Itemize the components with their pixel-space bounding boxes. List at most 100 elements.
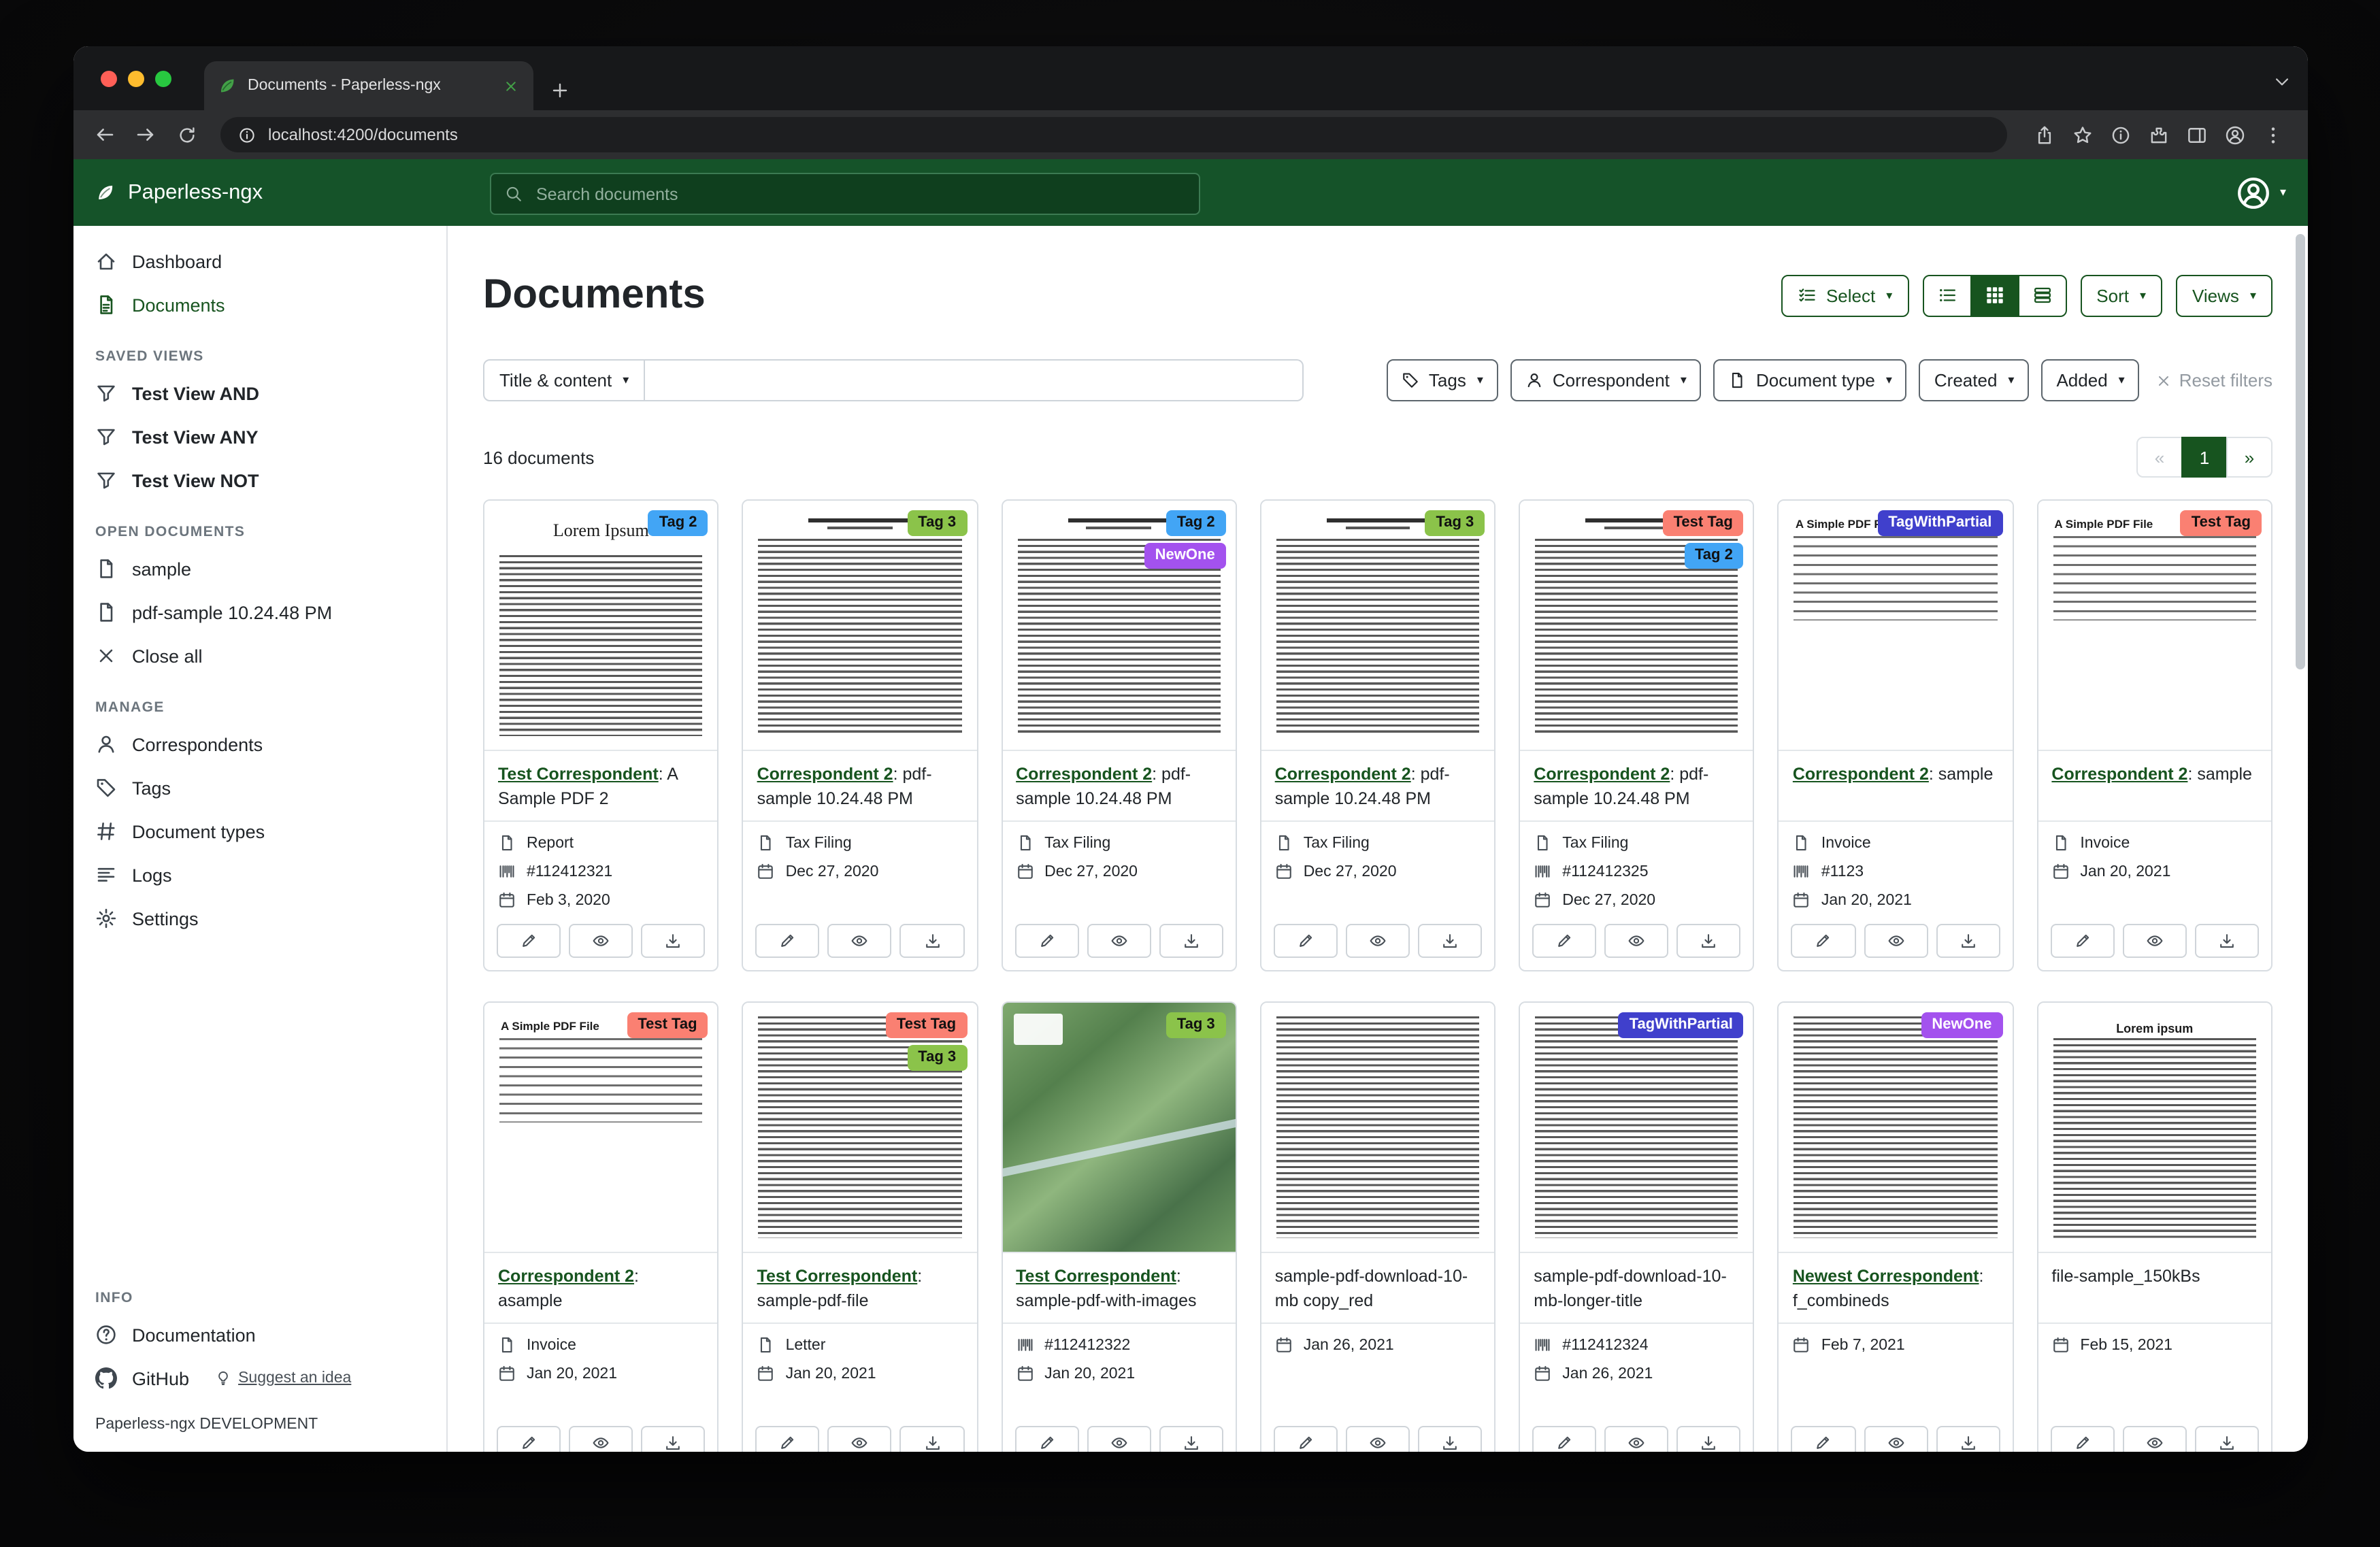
download-document-button[interactable] [2195, 1426, 2259, 1452]
view-document-button[interactable] [2123, 1426, 2187, 1452]
edit-document-button[interactable] [2050, 1426, 2114, 1452]
views-button[interactable]: Views▾ [2176, 274, 2272, 316]
download-document-button[interactable] [641, 1426, 705, 1452]
document-thumbnail[interactable] [1520, 1003, 1753, 1253]
address-bar[interactable]: localhost:4200/documents [220, 117, 2007, 152]
view-document-button[interactable] [1087, 924, 1151, 958]
view-document-button[interactable] [1346, 924, 1410, 958]
sidebar-item-tags[interactable]: Tags [73, 766, 446, 810]
document-thumbnail[interactable] [1261, 501, 1495, 751]
tag-badge[interactable]: Tag 2 [1684, 543, 1744, 569]
suggest-idea-link[interactable]: Suggest an idea [215, 1370, 351, 1386]
filter-text-input[interactable] [645, 359, 1304, 401]
view-document-button[interactable] [2123, 924, 2187, 958]
sidebar-item-sample[interactable]: sample [73, 547, 446, 590]
edit-document-button[interactable] [1532, 924, 1596, 958]
download-document-button[interactable] [641, 924, 705, 958]
tag-badge[interactable]: NewOne [1921, 1012, 2002, 1038]
document-thumbnail[interactable]: A Simple PDF File [2038, 501, 2271, 751]
download-document-button[interactable] [900, 1426, 964, 1452]
share-icon[interactable] [2034, 124, 2055, 145]
edit-document-button[interactable] [497, 924, 561, 958]
document-thumbnail[interactable]: A Simple PDF File [484, 1003, 718, 1253]
menu-kebab-icon[interactable] [2263, 124, 2283, 145]
view-document-button[interactable] [828, 924, 892, 958]
document-thumbnail[interactable]: Lorem ipsum [2038, 1003, 2271, 1253]
view-document-button[interactable] [1864, 1426, 1928, 1452]
correspondent-link[interactable]: Correspondent 2 [1793, 765, 1929, 784]
tag-badge[interactable]: Tag 2 [648, 510, 708, 536]
document-thumbnail[interactable] [1261, 1003, 1495, 1253]
pagination-page-button[interactable]: 1 [2181, 437, 2228, 478]
edit-document-button[interactable] [1274, 924, 1338, 958]
tag-badge[interactable]: Test Tag [627, 1012, 708, 1038]
edit-document-button[interactable] [1791, 1426, 1855, 1452]
download-document-button[interactable] [1159, 924, 1223, 958]
filter-tags-button[interactable]: Tags▾ [1387, 359, 1498, 401]
back-icon[interactable] [94, 124, 116, 146]
correspondent-link[interactable]: Test Correspondent [1016, 1267, 1176, 1286]
document-thumbnail[interactable] [1779, 1003, 2013, 1253]
sidebar-item-documentation[interactable]: Documentation [73, 1313, 446, 1357]
sidebar-item-documents[interactable]: Documents [73, 283, 446, 327]
sidebar-item-github[interactable]: GitHub Suggest an idea [73, 1357, 446, 1400]
download-document-button[interactable] [1677, 924, 1741, 958]
filter-created-button[interactable]: Created▾ [1919, 359, 2030, 401]
bookmark-star-icon[interactable] [2072, 124, 2093, 145]
sidebar-item-correspondents[interactable]: Correspondents [73, 722, 446, 766]
edit-document-button[interactable] [1791, 924, 1855, 958]
sidebar-item-test-view-and[interactable]: Test View AND [73, 371, 446, 415]
sidebar-item-test-view-any[interactable]: Test View ANY [73, 415, 446, 459]
filter-document-type-button[interactable]: Document type▾ [1714, 359, 1907, 401]
filter-field-dropdown[interactable]: Title & content▾ [483, 359, 645, 401]
edit-document-button[interactable] [2050, 924, 2114, 958]
correspondent-link[interactable]: Test Correspondent [498, 765, 659, 784]
edit-document-button[interactable] [1014, 1426, 1078, 1452]
view-grid-button[interactable] [1970, 274, 2019, 316]
tag-badge[interactable]: Test Tag [886, 1012, 967, 1038]
tag-badge[interactable]: TagWithPartial [1619, 1012, 1744, 1038]
tag-badge[interactable]: Tag 2 [1166, 510, 1226, 536]
sort-button[interactable]: Sort▾ [2080, 274, 2162, 316]
view-document-button[interactable] [828, 1426, 892, 1452]
view-list-button[interactable] [1922, 274, 1971, 316]
view-document-button[interactable] [569, 1426, 633, 1452]
document-thumbnail[interactable] [1002, 1003, 1236, 1253]
sidebar-item-pdf-sample-10-24-48-pm[interactable]: pdf-sample 10.24.48 PM [73, 590, 446, 634]
reload-icon[interactable] [176, 124, 197, 145]
app-brand[interactable]: Paperless-ngx [95, 180, 263, 205]
filter-added-button[interactable]: Added▾ [2041, 359, 2139, 401]
sidebar-item-document-types[interactable]: Document types [73, 810, 446, 853]
download-document-button[interactable] [1418, 924, 1482, 958]
zoom-window-button[interactable] [155, 71, 171, 87]
download-document-button[interactable] [1159, 1426, 1223, 1452]
tag-badge[interactable]: Test Tag [2181, 510, 2262, 536]
edit-document-button[interactable] [756, 1426, 820, 1452]
view-document-button[interactable] [569, 924, 633, 958]
tag-badge[interactable]: Tag 3 [907, 1045, 967, 1071]
new-tab-button[interactable] [550, 80, 570, 101]
correspondent-link[interactable]: Correspondent 2 [1275, 765, 1411, 784]
browser-profile-icon[interactable] [2225, 124, 2245, 145]
correspondent-link[interactable]: Correspondent 2 [1016, 765, 1152, 784]
tag-badge[interactable]: Tag 3 [1166, 1012, 1226, 1038]
correspondent-link[interactable]: Test Correspondent [757, 1267, 918, 1286]
edit-document-button[interactable] [756, 924, 820, 958]
tag-badge[interactable]: NewOne [1144, 543, 1226, 569]
download-document-button[interactable] [1936, 924, 2000, 958]
correspondent-link[interactable]: Correspondent 2 [498, 1267, 634, 1286]
tag-badge[interactable]: TagWithPartial [1877, 510, 2002, 536]
forward-icon[interactable] [135, 124, 156, 146]
extensions-puzzle-icon[interactable] [2149, 124, 2169, 145]
pagination-prev-button[interactable]: « [2136, 437, 2183, 478]
sidebar-item-logs[interactable]: Logs [73, 853, 446, 897]
correspondent-link[interactable]: Newest Correspondent [1793, 1267, 1979, 1286]
edit-document-button[interactable] [1014, 924, 1078, 958]
sidebar-item-close-all[interactable]: Close all [73, 634, 446, 678]
tab-close-icon[interactable] [502, 77, 520, 95]
scrollbar[interactable] [2296, 234, 2305, 1444]
tag-badge[interactable]: Tag 3 [907, 510, 967, 536]
sidebar-item-dashboard[interactable]: Dashboard [73, 239, 446, 283]
sidebar-item-settings[interactable]: Settings [73, 897, 446, 940]
download-document-button[interactable] [1418, 1426, 1482, 1452]
